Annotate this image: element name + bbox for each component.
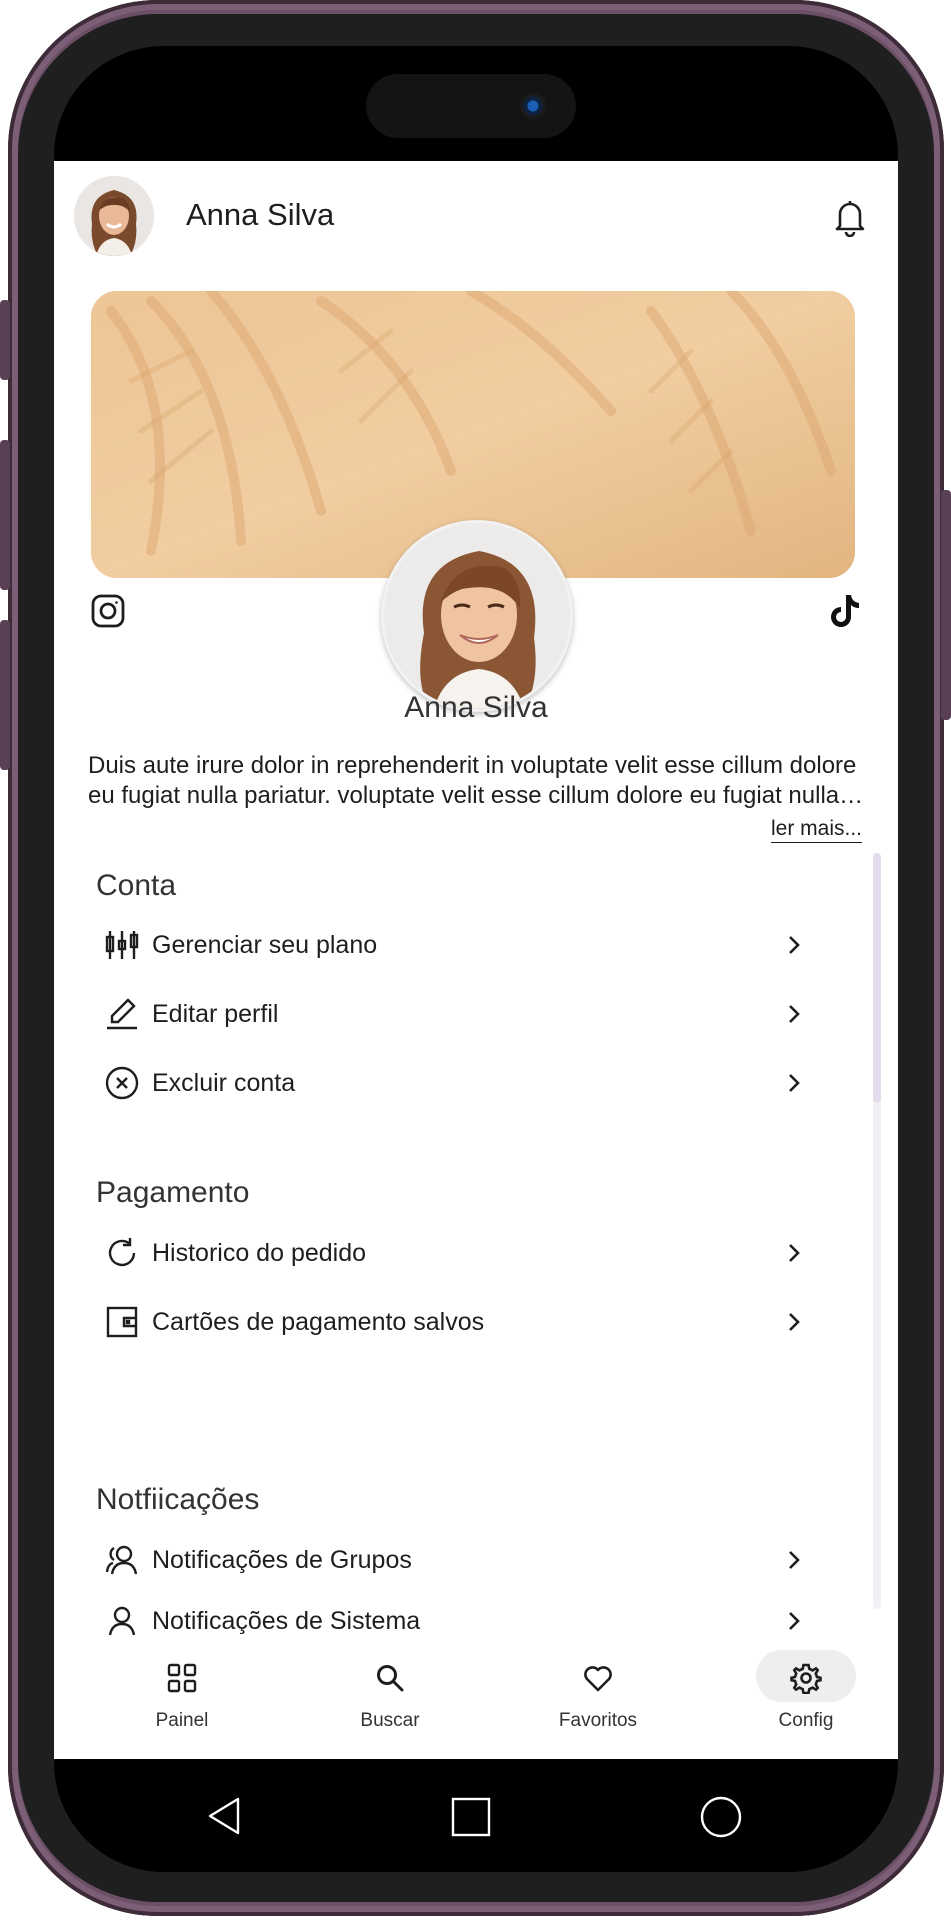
gear-icon — [790, 1663, 822, 1694]
section-title-payment: Pagamento — [96, 1176, 250, 1209]
app-screen: Anna Silva Anna Silva Duis aute irure do… — [54, 161, 898, 1759]
nav-item-buscar[interactable]: Buscar — [290, 1646, 490, 1759]
menu-item-label: Excluir conta — [152, 1069, 296, 1097]
menu-item-delete-account[interactable]: Excluir conta — [96, 1055, 806, 1111]
wallet-icon — [106, 1306, 138, 1338]
header-user-name: Anna Silva — [186, 197, 335, 232]
menu-item-order-history[interactable]: Historico do pedido — [96, 1225, 806, 1281]
profile-name: Anna Silva — [404, 691, 548, 724]
heart-icon — [584, 1666, 612, 1692]
menu-item-label: Editar perfil — [152, 1000, 279, 1028]
camera-icon — [520, 93, 546, 119]
bottom-nav: Painel Buscar Favoritos Config — [54, 1646, 898, 1759]
nav-label: Config — [778, 1710, 834, 1731]
menu-item-system-notifications[interactable]: Notificações de Sistema — [96, 1593, 806, 1646]
menu-item-group-notifications[interactable]: Notificações de Grupos — [96, 1532, 806, 1588]
menu-item-label: Gerenciar seu plano — [152, 931, 378, 959]
dynamic-island — [366, 74, 576, 138]
system-navigation-bar — [54, 1759, 898, 1872]
bell-icon[interactable] — [832, 197, 868, 238]
plan-icon — [105, 931, 139, 959]
menu-item-label: Notificações de Grupos — [152, 1546, 412, 1574]
nav-item-favoritos[interactable]: Favoritos — [498, 1646, 698, 1759]
settings-list: Conta Gerenciar seu plano Editar perfil — [54, 851, 898, 1646]
profile-bio: Duis aute irure dolor in reprehenderit i… — [88, 752, 857, 809]
delete-circle-icon — [105, 1066, 139, 1100]
menu-item-manage-plan[interactable]: Gerenciar seu plano — [96, 917, 806, 973]
profile-avatar[interactable] — [381, 520, 573, 712]
user-icon — [108, 1606, 136, 1636]
chevron-right-icon — [789, 1074, 800, 1092]
chevron-right-icon — [789, 1551, 800, 1569]
section-title-notifications: Notfiicações — [96, 1483, 260, 1516]
back-icon[interactable] — [206, 1795, 242, 1837]
phone-screen: Anna Silva Anna Silva Duis aute irure do… — [54, 46, 898, 1872]
menu-item-edit-profile[interactable]: Editar perfil — [96, 986, 806, 1042]
tiktok-icon[interactable] — [828, 593, 862, 629]
menu-item-label: Notificações de Sistema — [152, 1607, 421, 1635]
nav-item-painel[interactable]: Painel — [82, 1646, 282, 1759]
nav-label: Favoritos — [558, 1710, 638, 1731]
refresh-icon — [108, 1238, 136, 1267]
nav-label: Buscar — [360, 1710, 420, 1731]
volume-button — [0, 300, 10, 380]
avatar[interactable] — [74, 176, 154, 256]
group-icon — [105, 1545, 138, 1575]
search-icon — [377, 1665, 404, 1692]
menu-item-label: Cartões de pagamento salvos — [152, 1308, 485, 1336]
grid-icon — [167, 1663, 197, 1693]
section-title-account: Conta — [96, 869, 177, 902]
chevron-right-icon — [789, 1244, 800, 1262]
home-square-icon[interactable] — [451, 1797, 491, 1837]
edit-icon — [107, 998, 137, 1030]
chevron-right-icon — [789, 1612, 800, 1630]
chevron-right-icon — [789, 1313, 800, 1331]
volume-button — [0, 620, 10, 770]
power-button — [941, 490, 951, 720]
nav-label: Painel — [155, 1710, 209, 1731]
scrollbar-thumb[interactable] — [873, 853, 881, 1103]
nav-item-config[interactable]: Config — [706, 1646, 898, 1759]
menu-item-label: Historico do pedido — [152, 1239, 367, 1267]
read-more-link[interactable]: ler mais... — [770, 817, 862, 843]
recents-circle-icon[interactable] — [700, 1796, 742, 1838]
menu-item-saved-cards[interactable]: Cartões de pagamento salvos — [96, 1294, 806, 1350]
scrollbar[interactable] — [873, 853, 881, 1609]
volume-button — [0, 440, 10, 590]
chevron-right-icon — [789, 936, 800, 954]
instagram-icon[interactable] — [91, 594, 125, 628]
chevron-right-icon — [789, 1005, 800, 1023]
